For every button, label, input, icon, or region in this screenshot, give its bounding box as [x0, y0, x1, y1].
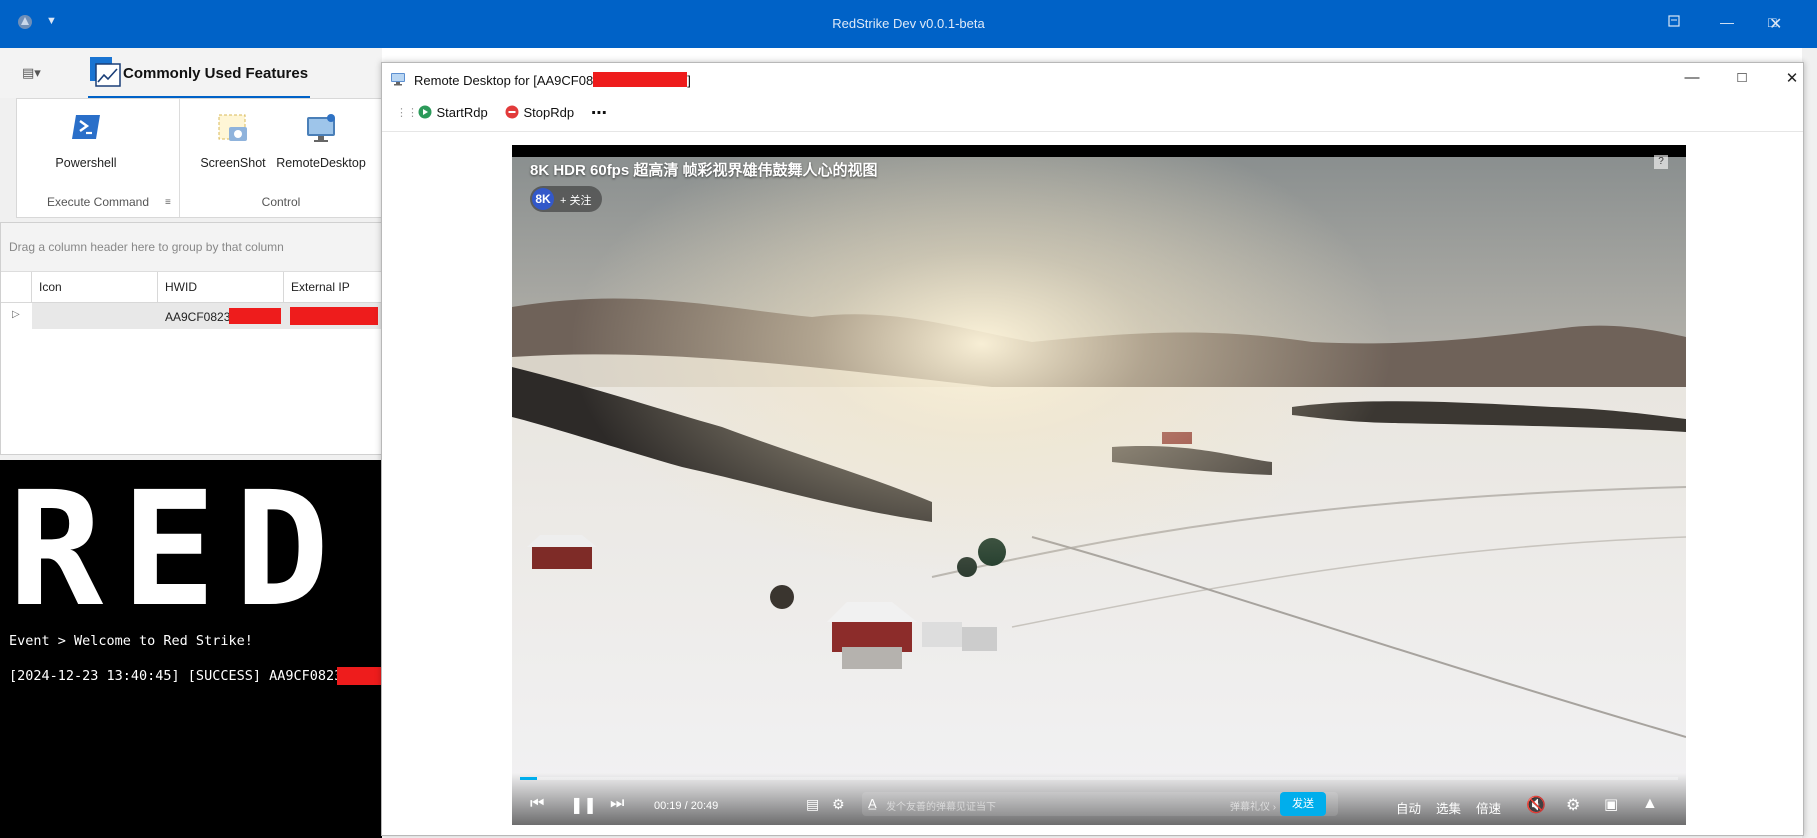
- play-circle-icon: [418, 105, 432, 119]
- previous-icon[interactable]: ⏮: [530, 795, 544, 813]
- toolbar-divider: [382, 131, 1803, 132]
- group-by-hint: Drag a column header here to group by th…: [9, 240, 284, 254]
- row-indicator-header: [1, 272, 32, 303]
- remote-desktop-label: RemoteDesktop: [276, 156, 366, 170]
- channel-avatar: 8K: [532, 188, 554, 210]
- progress-fill: [520, 777, 538, 780]
- main-title-bar: ▼ RedStrike Dev v0.0.1-beta — □ ✕: [0, 0, 1817, 48]
- stop-rdp-button[interactable]: StopRdp: [505, 104, 574, 124]
- stop-rdp-label: StopRdp: [523, 105, 575, 120]
- progress-track[interactable]: [520, 777, 1678, 780]
- time-display: 00:19 / 20:49: [654, 800, 718, 812]
- start-rdp-button[interactable]: StartRdp: [418, 104, 488, 124]
- rdp-maximize-icon[interactable]: □: [1727, 69, 1757, 86]
- hwid-cell: AA9CF0823: [165, 310, 231, 324]
- danmaku-placeholder: 发个友善的弹幕见证当下: [886, 802, 996, 813]
- row-expand-icon[interactable]: ▷: [12, 309, 20, 320]
- group-dialog-launcher-icon[interactable]: ≡: [165, 197, 171, 208]
- fullscreen-icon[interactable]: ▲: [1642, 795, 1658, 813]
- rdp-title: Remote Desktop for [AA9CF08]: [414, 72, 691, 88]
- channel-follow-pill[interactable]: 8K + 关注: [530, 186, 602, 212]
- remote-desktop-window: Remote Desktop for [AA9CF08] — □ ✕ ⋮⋮ St…: [381, 62, 1804, 836]
- video-frame: [512, 157, 1686, 825]
- danmaku-input[interactable]: A̲ 发个友善的弹幕见证当下 弹幕礼仪 › 发送: [862, 792, 1338, 816]
- column-header-hwid[interactable]: HWID: [158, 272, 284, 303]
- rdp-close-icon[interactable]: ✕: [1777, 69, 1807, 87]
- redaction-box: [593, 72, 688, 87]
- column-header-label: Icon: [39, 280, 62, 294]
- remote-screen[interactable]: 8K HDR 60fps 超高清 帧彩视界雄伟鼓舞人心的视图 8K + 关注 ?…: [512, 145, 1686, 825]
- console-line: Event > Welcome to Red Strike!: [9, 633, 253, 649]
- event-console: RED S Event > Welcome to Red Strike! [20…: [0, 460, 556, 838]
- video-title: 8K HDR 60fps 超高清 帧彩视界雄伟鼓舞人心的视图: [530, 162, 878, 179]
- screenshot-button[interactable]: ScreenShot: [191, 113, 275, 173]
- app-menu-icon[interactable]: ▤▾: [22, 65, 41, 81]
- more-options-button[interactable]: ⋯: [591, 103, 607, 123]
- rdp-toolbar: ⋮⋮ StartRdp StopRdp ⋯: [382, 97, 1803, 131]
- background-edge: [1802, 48, 1817, 838]
- time-separator: /: [681, 800, 691, 812]
- rdp-minimize-icon[interactable]: —: [1677, 69, 1707, 86]
- danmaku-settings-icon[interactable]: ⚙: [832, 796, 845, 813]
- table-row[interactable]: ▷ AA9CF0823: [1, 303, 383, 329]
- rdp-title-suffix: ]: [687, 73, 691, 88]
- ribbon-panel: Powershell Execute Command ≡ ScreenShot …: [16, 98, 384, 218]
- remote-desktop-icon: [305, 113, 337, 148]
- screenshot-label: ScreenShot: [200, 156, 266, 170]
- group-label-execute: Execute Command: [46, 195, 150, 209]
- close-icon[interactable]: ✕: [1769, 14, 1782, 34]
- powershell-button[interactable]: Powershell: [31, 113, 141, 173]
- next-icon[interactable]: ⏭: [610, 795, 624, 813]
- column-header-label: External IP: [291, 280, 350, 294]
- time-total: 20:49: [690, 800, 719, 812]
- send-danmaku-button[interactable]: 发送: [1280, 792, 1326, 816]
- stop-circle-icon: [505, 105, 519, 119]
- start-rdp-label: StartRdp: [436, 105, 488, 120]
- tab-label: Commonly Used Features: [123, 65, 309, 82]
- danmaku-etiquette-link[interactable]: 弹幕礼仪 ›: [1230, 798, 1276, 813]
- minimize-icon[interactable]: —: [1720, 14, 1734, 30]
- powershell-label: Powershell: [55, 156, 117, 170]
- mute-icon[interactable]: 🔇: [1526, 795, 1546, 815]
- danmaku-style-icon[interactable]: A̲: [868, 796, 877, 811]
- follow-label: + 关注: [560, 195, 592, 207]
- screenshot-icon: [217, 113, 249, 148]
- pip-icon[interactable]: ▣: [1604, 795, 1618, 813]
- rdp-title-text: Remote Desktop for [AA9CF08: [414, 73, 594, 88]
- time-current: 00:19: [654, 800, 682, 812]
- redaction-box: [290, 307, 378, 325]
- column-header-label: HWID: [165, 280, 197, 294]
- clients-grid: Drag a column header here to group by th…: [0, 222, 384, 455]
- monitor-icon: [390, 71, 406, 92]
- speed-button[interactable]: 倍速: [1476, 798, 1501, 817]
- remote-desktop-button[interactable]: RemoteDesktop: [271, 113, 371, 173]
- episodes-button[interactable]: 选集: [1436, 798, 1461, 817]
- pause-icon[interactable]: ❚❚: [570, 795, 597, 815]
- group-label-control: Control: [261, 195, 301, 209]
- redaction-box: [229, 308, 281, 324]
- app-title: RedStrike Dev v0.0.1-beta: [832, 16, 985, 31]
- redaction-box: [337, 667, 382, 685]
- column-header-icon[interactable]: Icon: [32, 272, 158, 303]
- console-line: [2024-12-23 13:40:45] [SUCCESS] AA9CF082…: [9, 668, 343, 684]
- restore-panel-icon[interactable]: [1668, 14, 1680, 30]
- chart-icon: [88, 55, 122, 94]
- tab-commonly-used-features[interactable]: Commonly Used Features: [88, 52, 310, 99]
- settings-gear-icon[interactable]: ⚙: [1566, 795, 1580, 815]
- column-header-external-ip[interactable]: External IP: [284, 272, 383, 303]
- quality-button[interactable]: 自动: [1396, 798, 1421, 817]
- powershell-icon: [70, 113, 102, 144]
- drag-handle-icon[interactable]: ⋮⋮: [396, 106, 418, 119]
- help-icon[interactable]: ?: [1654, 155, 1668, 169]
- danmaku-toggle-icon[interactable]: ▤: [806, 796, 819, 813]
- group-by-panel[interactable]: Drag a column header here to group by th…: [1, 223, 383, 272]
- rdp-title-bar[interactable]: Remote Desktop for [AA9CF08] — □ ✕: [382, 63, 1803, 97]
